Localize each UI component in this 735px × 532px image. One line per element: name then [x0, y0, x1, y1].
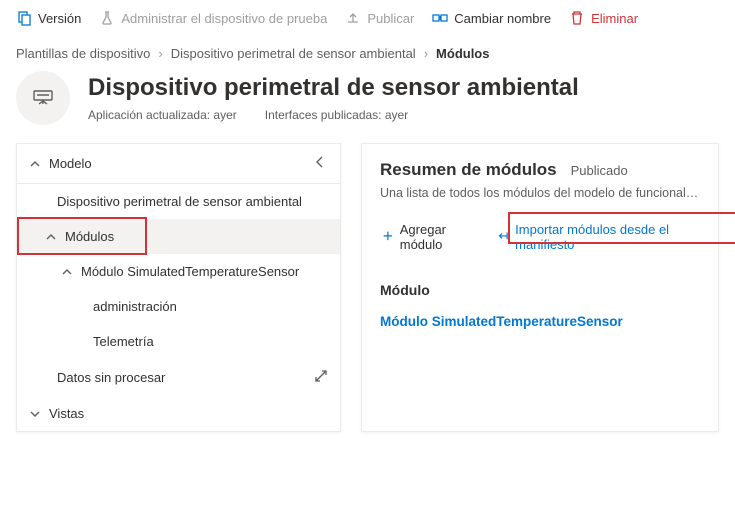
- breadcrumb-root[interactable]: Plantillas de dispositivo: [16, 46, 150, 61]
- tree-item-views[interactable]: Vistas: [17, 396, 340, 431]
- tree-item-device[interactable]: Dispositivo perimetral de sensor ambient…: [17, 184, 340, 219]
- publish-button: Publicar: [345, 10, 414, 26]
- chevron-right-icon: ›: [424, 46, 428, 61]
- chevron-up-icon: [45, 231, 57, 243]
- chevron-right-icon: ›: [158, 46, 162, 61]
- rename-button[interactable]: Cambiar nombre: [432, 10, 551, 26]
- version-label: Versión: [38, 11, 81, 26]
- rename-icon: [432, 10, 448, 26]
- tree-item-admin[interactable]: administración: [17, 289, 340, 324]
- summary-status: Publicado: [571, 163, 628, 178]
- toolbar: Versión Administrar el dispositivo de pr…: [0, 0, 735, 38]
- model-tree-panel: Modelo Dispositivo perimetral de sensor …: [16, 143, 341, 432]
- tree-item-label: Módulos: [65, 229, 114, 244]
- trash-icon: [569, 10, 585, 26]
- summary-description: Una lista de todos los módulos del model…: [380, 186, 700, 200]
- device-avatar: [16, 71, 70, 125]
- tree-root-label: Modelo: [49, 156, 92, 171]
- publish-label: Publicar: [367, 11, 414, 26]
- delete-button[interactable]: Eliminar: [569, 10, 638, 26]
- import-modules-button[interactable]: Importar módulos desde el manifiesto: [495, 218, 700, 256]
- add-module-label: Agregar módulo: [400, 222, 478, 252]
- tree-item-label: Datos sin procesar: [57, 370, 165, 385]
- tree-item-label: Vistas: [49, 406, 84, 421]
- chevron-down-icon: [29, 408, 41, 420]
- import-modules-label: Importar módulos desde el manifiesto: [515, 222, 698, 252]
- tree-item-label: administración: [93, 299, 177, 314]
- tree-item-modules[interactable]: Módulos: [17, 219, 340, 254]
- version-button[interactable]: Versión: [16, 10, 81, 26]
- breadcrumb-modules: Módulos: [436, 46, 489, 61]
- rename-label: Cambiar nombre: [454, 11, 551, 26]
- tree-item-label: Dispositivo perimetral de sensor ambient…: [57, 194, 302, 209]
- manage-test-device-button: Administrar el dispositivo de prueba: [99, 10, 327, 26]
- interfaces-published-label: Interfaces publicadas: ayer: [265, 108, 408, 122]
- tree-item-label: Telemetría: [93, 334, 154, 349]
- module-section-title: Módulo: [380, 282, 700, 298]
- manage-test-device-label: Administrar el dispositivo de prueba: [121, 11, 327, 26]
- chevron-up-icon: [29, 158, 41, 170]
- delete-label: Eliminar: [591, 11, 638, 26]
- app-updated-label: Aplicación actualizada: ayer: [88, 108, 237, 122]
- modules-summary-panel: Resumen de módulos Publicado Una lista d…: [361, 143, 719, 432]
- tree-item-label: Módulo SimulatedTemperatureSensor: [81, 264, 299, 279]
- tree-item-raw-data[interactable]: Datos sin procesar: [17, 359, 340, 396]
- summary-title: Resumen de módulos: [380, 160, 557, 180]
- import-icon: [497, 230, 509, 244]
- breadcrumb: Plantillas de dispositivo › Dispositivo …: [0, 38, 735, 65]
- tree-item-module-sim[interactable]: Módulo SimulatedTemperatureSensor: [17, 254, 340, 289]
- breadcrumb-device[interactable]: Dispositivo perimetral de sensor ambient…: [171, 46, 416, 61]
- gateway-icon: [28, 83, 58, 113]
- plus-icon: [382, 230, 394, 244]
- module-link[interactable]: Módulo SimulatedTemperatureSensor: [380, 314, 700, 329]
- expand-icon[interactable]: [314, 369, 328, 386]
- tree-item-telemetry[interactable]: Telemetría: [17, 324, 340, 359]
- copy-icon: [16, 10, 32, 26]
- flask-icon: [99, 10, 115, 26]
- chevron-up-icon: [61, 266, 73, 278]
- tree-root-model[interactable]: Modelo: [17, 144, 340, 184]
- upload-icon: [345, 10, 361, 26]
- page-header: Dispositivo perimetral de sensor ambient…: [0, 65, 735, 143]
- collapse-panel-icon[interactable]: [312, 154, 328, 173]
- add-module-button[interactable]: Agregar módulo: [380, 218, 479, 256]
- page-title: Dispositivo perimetral de sensor ambient…: [88, 74, 579, 102]
